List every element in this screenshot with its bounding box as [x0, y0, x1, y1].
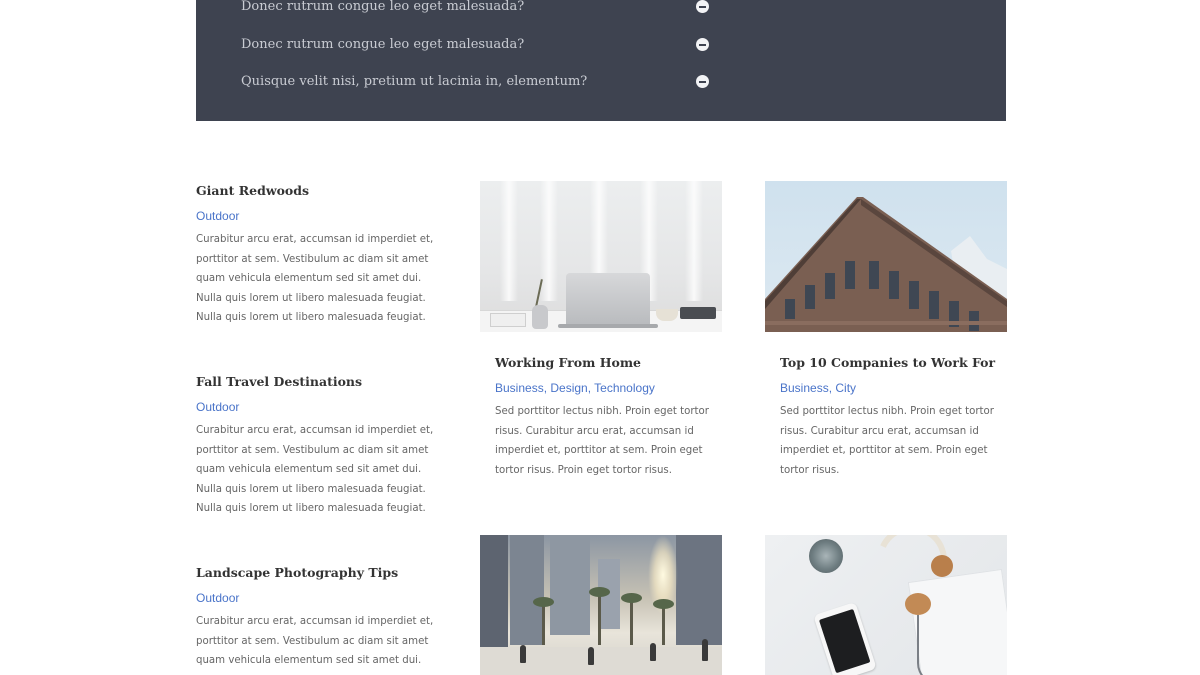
collapse-icon[interactable]	[696, 38, 709, 51]
blog-card: Working From Home Business, Design, Tech…	[480, 181, 722, 480]
faq-question[interactable]: Donec rutrum congue leo eget malesuada?	[241, 0, 524, 19]
post-title[interactable]: Giant Redwoods	[196, 182, 446, 200]
faq-item[interactable]: Donec rutrum congue leo eget malesuada?	[241, 0, 711, 19]
blog-card	[765, 535, 1007, 675]
faq-question[interactable]: Quisque velit nisi, pretium ut lacinia i…	[241, 70, 587, 94]
faq-item[interactable]: Quisque velit nisi, pretium ut lacinia i…	[241, 70, 711, 94]
collapse-icon[interactable]	[696, 75, 709, 88]
post-category-link[interactable]: Business, City	[780, 380, 1007, 396]
post-title[interactable]: Fall Travel Destinations	[196, 373, 446, 391]
blog-post: Giant Redwoods Outdoor Curabitur arcu er…	[196, 182, 446, 328]
faq-panel: Donec rutrum congue leo eget malesuada? …	[196, 0, 1006, 121]
faq-item[interactable]: Donec rutrum congue leo eget malesuada?	[241, 33, 711, 57]
post-excerpt: Sed porttitor lectus nibh. Proin eget to…	[780, 406, 994, 476]
post-title[interactable]: Working From Home	[495, 354, 722, 372]
post-excerpt: Sed porttitor lectus nibh. Proin eget to…	[495, 406, 709, 476]
headphones-phone-image[interactable]	[765, 535, 1007, 675]
faq-question[interactable]: Donec rutrum congue leo eget malesuada?	[241, 33, 524, 57]
post-category-link[interactable]: Business, Design, Technology	[495, 380, 722, 396]
laptop-desk-image[interactable]	[480, 181, 722, 332]
post-title[interactable]: Landscape Photography Tips	[196, 564, 446, 582]
post-category-link[interactable]: Outdoor	[196, 208, 446, 224]
post-excerpt: Curabitur arcu erat, accumsan id imperdi…	[196, 616, 434, 666]
post-thumbnail[interactable]	[480, 535, 722, 675]
blog-post: Fall Travel Destinations Outdoor Curabit…	[196, 373, 446, 519]
post-thumbnail[interactable]	[765, 535, 1007, 675]
post-category-link[interactable]: Outdoor	[196, 590, 446, 606]
post-thumbnail[interactable]	[765, 181, 1007, 332]
city-street-image[interactable]	[480, 535, 722, 675]
building-image[interactable]	[765, 181, 1007, 332]
blog-card	[480, 535, 722, 675]
post-category-link[interactable]: Outdoor	[196, 399, 446, 415]
post-title[interactable]: Top 10 Companies to Work For	[780, 354, 1007, 372]
blog-post: Landscape Photography Tips Outdoor Curab…	[196, 564, 446, 671]
post-thumbnail[interactable]	[480, 181, 722, 332]
collapse-icon[interactable]	[696, 0, 709, 13]
post-excerpt: Curabitur arcu erat, accumsan id imperdi…	[196, 425, 434, 514]
post-excerpt: Curabitur arcu erat, accumsan id imperdi…	[196, 234, 434, 323]
blog-card: Top 10 Companies to Work For Business, C…	[765, 181, 1007, 480]
